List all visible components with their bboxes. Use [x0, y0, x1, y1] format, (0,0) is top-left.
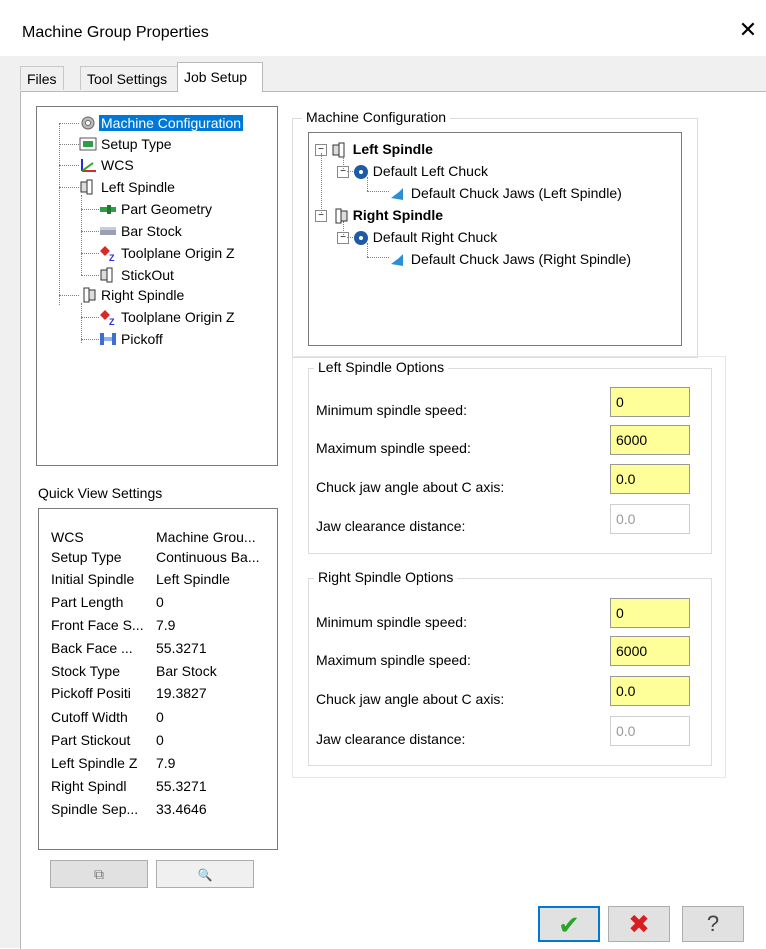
- left-max-speed-field[interactable]: 6000: [610, 425, 690, 455]
- ok-button[interactable]: ✔: [538, 906, 600, 942]
- right-min-speed-label: Minimum spindle speed:: [316, 614, 467, 630]
- list-item: Part Stickout 0: [51, 732, 164, 748]
- tree-item-pickoff[interactable]: Pickoff: [99, 329, 165, 349]
- tree-item-stickout[interactable]: StickOut: [99, 265, 176, 285]
- checkmark-icon: ✔: [558, 910, 580, 940]
- collapse-icon[interactable]: −: [337, 232, 349, 245]
- left-spindle-options-title: Left Spindle Options: [314, 359, 449, 375]
- part-icon: [100, 205, 116, 214]
- chuck-jaws-icon: [391, 254, 403, 267]
- list-item: Stock Type Bar Stock: [51, 663, 217, 679]
- chuck-jaws-icon: [391, 188, 403, 201]
- toolplane-icon: Z: [100, 246, 115, 261]
- right-min-speed-field[interactable]: 0: [610, 598, 690, 628]
- tree-item-setup-type[interactable]: Setup Type: [79, 134, 174, 154]
- x-icon: ✖: [628, 909, 650, 939]
- copy-settings-button[interactable]: ⧉: [50, 860, 148, 888]
- tab-tool-settings[interactable]: Tool Settings: [80, 66, 178, 90]
- quick-view-list[interactable]: WCS Machine Grou... Setup Type Continuous …: [38, 508, 278, 850]
- left-min-speed-field[interactable]: 0: [610, 387, 690, 417]
- axes-icon: [81, 159, 96, 172]
- left-jaw-clearance-field: 0.0: [610, 504, 690, 534]
- right-spindle-options-title: Right Spindle Options: [314, 569, 458, 585]
- list-item: Back Face ... 55.3271: [51, 640, 207, 656]
- list-item: Part Length 0: [51, 594, 164, 610]
- spindle-icon: [335, 208, 348, 224]
- svg-text:Z: Z: [109, 253, 115, 261]
- list-item: Setup Type Continuous Ba...: [51, 549, 260, 565]
- svg-text:Z: Z: [109, 317, 115, 325]
- machine-config-tree[interactable]: − Left Spindle − Default Left Chuck Defa…: [308, 132, 682, 346]
- list-item: Left Spindle Z 7.9: [51, 755, 176, 771]
- list-item: Right Spindl 55.3271: [51, 778, 207, 794]
- tree-item-toolplane-origin-z-left[interactable]: Z Toolplane Origin Z: [99, 243, 237, 263]
- toolplane-icon: Z: [100, 310, 115, 325]
- mc-node-left-spindle[interactable]: − Left Spindle: [315, 139, 433, 159]
- mc-node-default-right-chuck[interactable]: − Default Right Chuck: [337, 227, 497, 247]
- setup-icon: [79, 137, 97, 151]
- left-jaw-clearance-label: Jaw clearance distance:: [316, 518, 466, 534]
- list-item: WCS Machine Grou...: [51, 529, 256, 545]
- left-min-speed-label: Minimum spindle speed:: [316, 402, 467, 418]
- mc-node-right-spindle[interactable]: − Right Spindle: [315, 205, 443, 225]
- gear-icon: [81, 116, 95, 130]
- close-icon[interactable]: ✕: [736, 18, 760, 42]
- spindle-icon: [83, 287, 96, 303]
- machine-config-title: Machine Configuration: [302, 109, 451, 125]
- tab-files[interactable]: Files: [20, 66, 64, 90]
- mc-node-left-chuck-jaws[interactable]: Default Chuck Jaws (Left Spindle): [389, 183, 622, 203]
- tree-item-right-spindle[interactable]: Right Spindle: [79, 285, 186, 305]
- help-icon: ?: [706, 911, 720, 936]
- job-setup-tree[interactable]: Machine Configuration Setup Type WCS Lef…: [36, 106, 278, 466]
- left-jaw-angle-field[interactable]: 0.0: [610, 464, 690, 494]
- right-jaw-clearance-label: Jaw clearance distance:: [316, 731, 466, 747]
- spindle-icon: [332, 142, 345, 158]
- help-button[interactable]: ?: [682, 906, 744, 942]
- list-item: Cutoff Width 0: [51, 709, 164, 725]
- stickout-icon: [100, 267, 113, 283]
- tree-item-part-geometry[interactable]: Part Geometry: [99, 199, 214, 219]
- window-title: Machine Group Properties: [22, 24, 209, 41]
- mc-node-right-chuck-jaws[interactable]: Default Chuck Jaws (Right Spindle): [389, 249, 631, 269]
- cancel-button[interactable]: ✖: [608, 906, 670, 942]
- tree-item-bar-stock[interactable]: Bar Stock: [99, 221, 184, 241]
- right-jaw-angle-field[interactable]: 0.0: [610, 676, 690, 706]
- list-item: Spindle Sep... 33.4646: [51, 801, 207, 817]
- view-settings-button[interactable]: 🔍: [156, 860, 254, 888]
- magnifier-icon: 🔍: [197, 868, 213, 882]
- list-item: Initial Spindle Left Spindle: [51, 571, 230, 587]
- collapse-icon[interactable]: −: [315, 144, 327, 157]
- tree-item-machine-configuration[interactable]: Machine Configuration: [79, 113, 244, 133]
- tree-item-left-spindle[interactable]: Left Spindle: [79, 177, 177, 197]
- right-jaw-angle-label: Chuck jaw angle about C axis:: [316, 691, 505, 707]
- chuck-icon: [353, 231, 368, 246]
- pickoff-icon: [100, 333, 116, 345]
- right-jaw-clearance-field: 0.0: [610, 716, 690, 746]
- copy-icon: ⧉: [94, 866, 104, 882]
- spindle-icon: [80, 179, 93, 195]
- bar-stock-icon: [100, 227, 116, 235]
- tab-job-setup[interactable]: Job Setup: [177, 62, 263, 92]
- right-max-speed-field[interactable]: 6000: [610, 636, 690, 666]
- list-item: Front Face S... 7.9: [51, 617, 176, 633]
- collapse-icon[interactable]: −: [315, 210, 327, 223]
- collapse-icon[interactable]: −: [337, 166, 349, 179]
- mc-node-default-left-chuck[interactable]: − Default Left Chuck: [337, 161, 488, 181]
- tree-item-wcs[interactable]: WCS: [79, 155, 136, 175]
- left-max-speed-label: Maximum spindle speed:: [316, 440, 471, 456]
- chuck-icon: [353, 165, 368, 180]
- quick-view-label: Quick View Settings: [38, 485, 163, 501]
- right-max-speed-label: Maximum spindle speed:: [316, 652, 471, 668]
- tree-item-toolplane-origin-z-right[interactable]: Z Toolplane Origin Z: [99, 307, 237, 327]
- list-item: Pickoff Positi 19.3827: [51, 685, 207, 701]
- left-jaw-angle-label: Chuck jaw angle about C axis:: [316, 479, 505, 495]
